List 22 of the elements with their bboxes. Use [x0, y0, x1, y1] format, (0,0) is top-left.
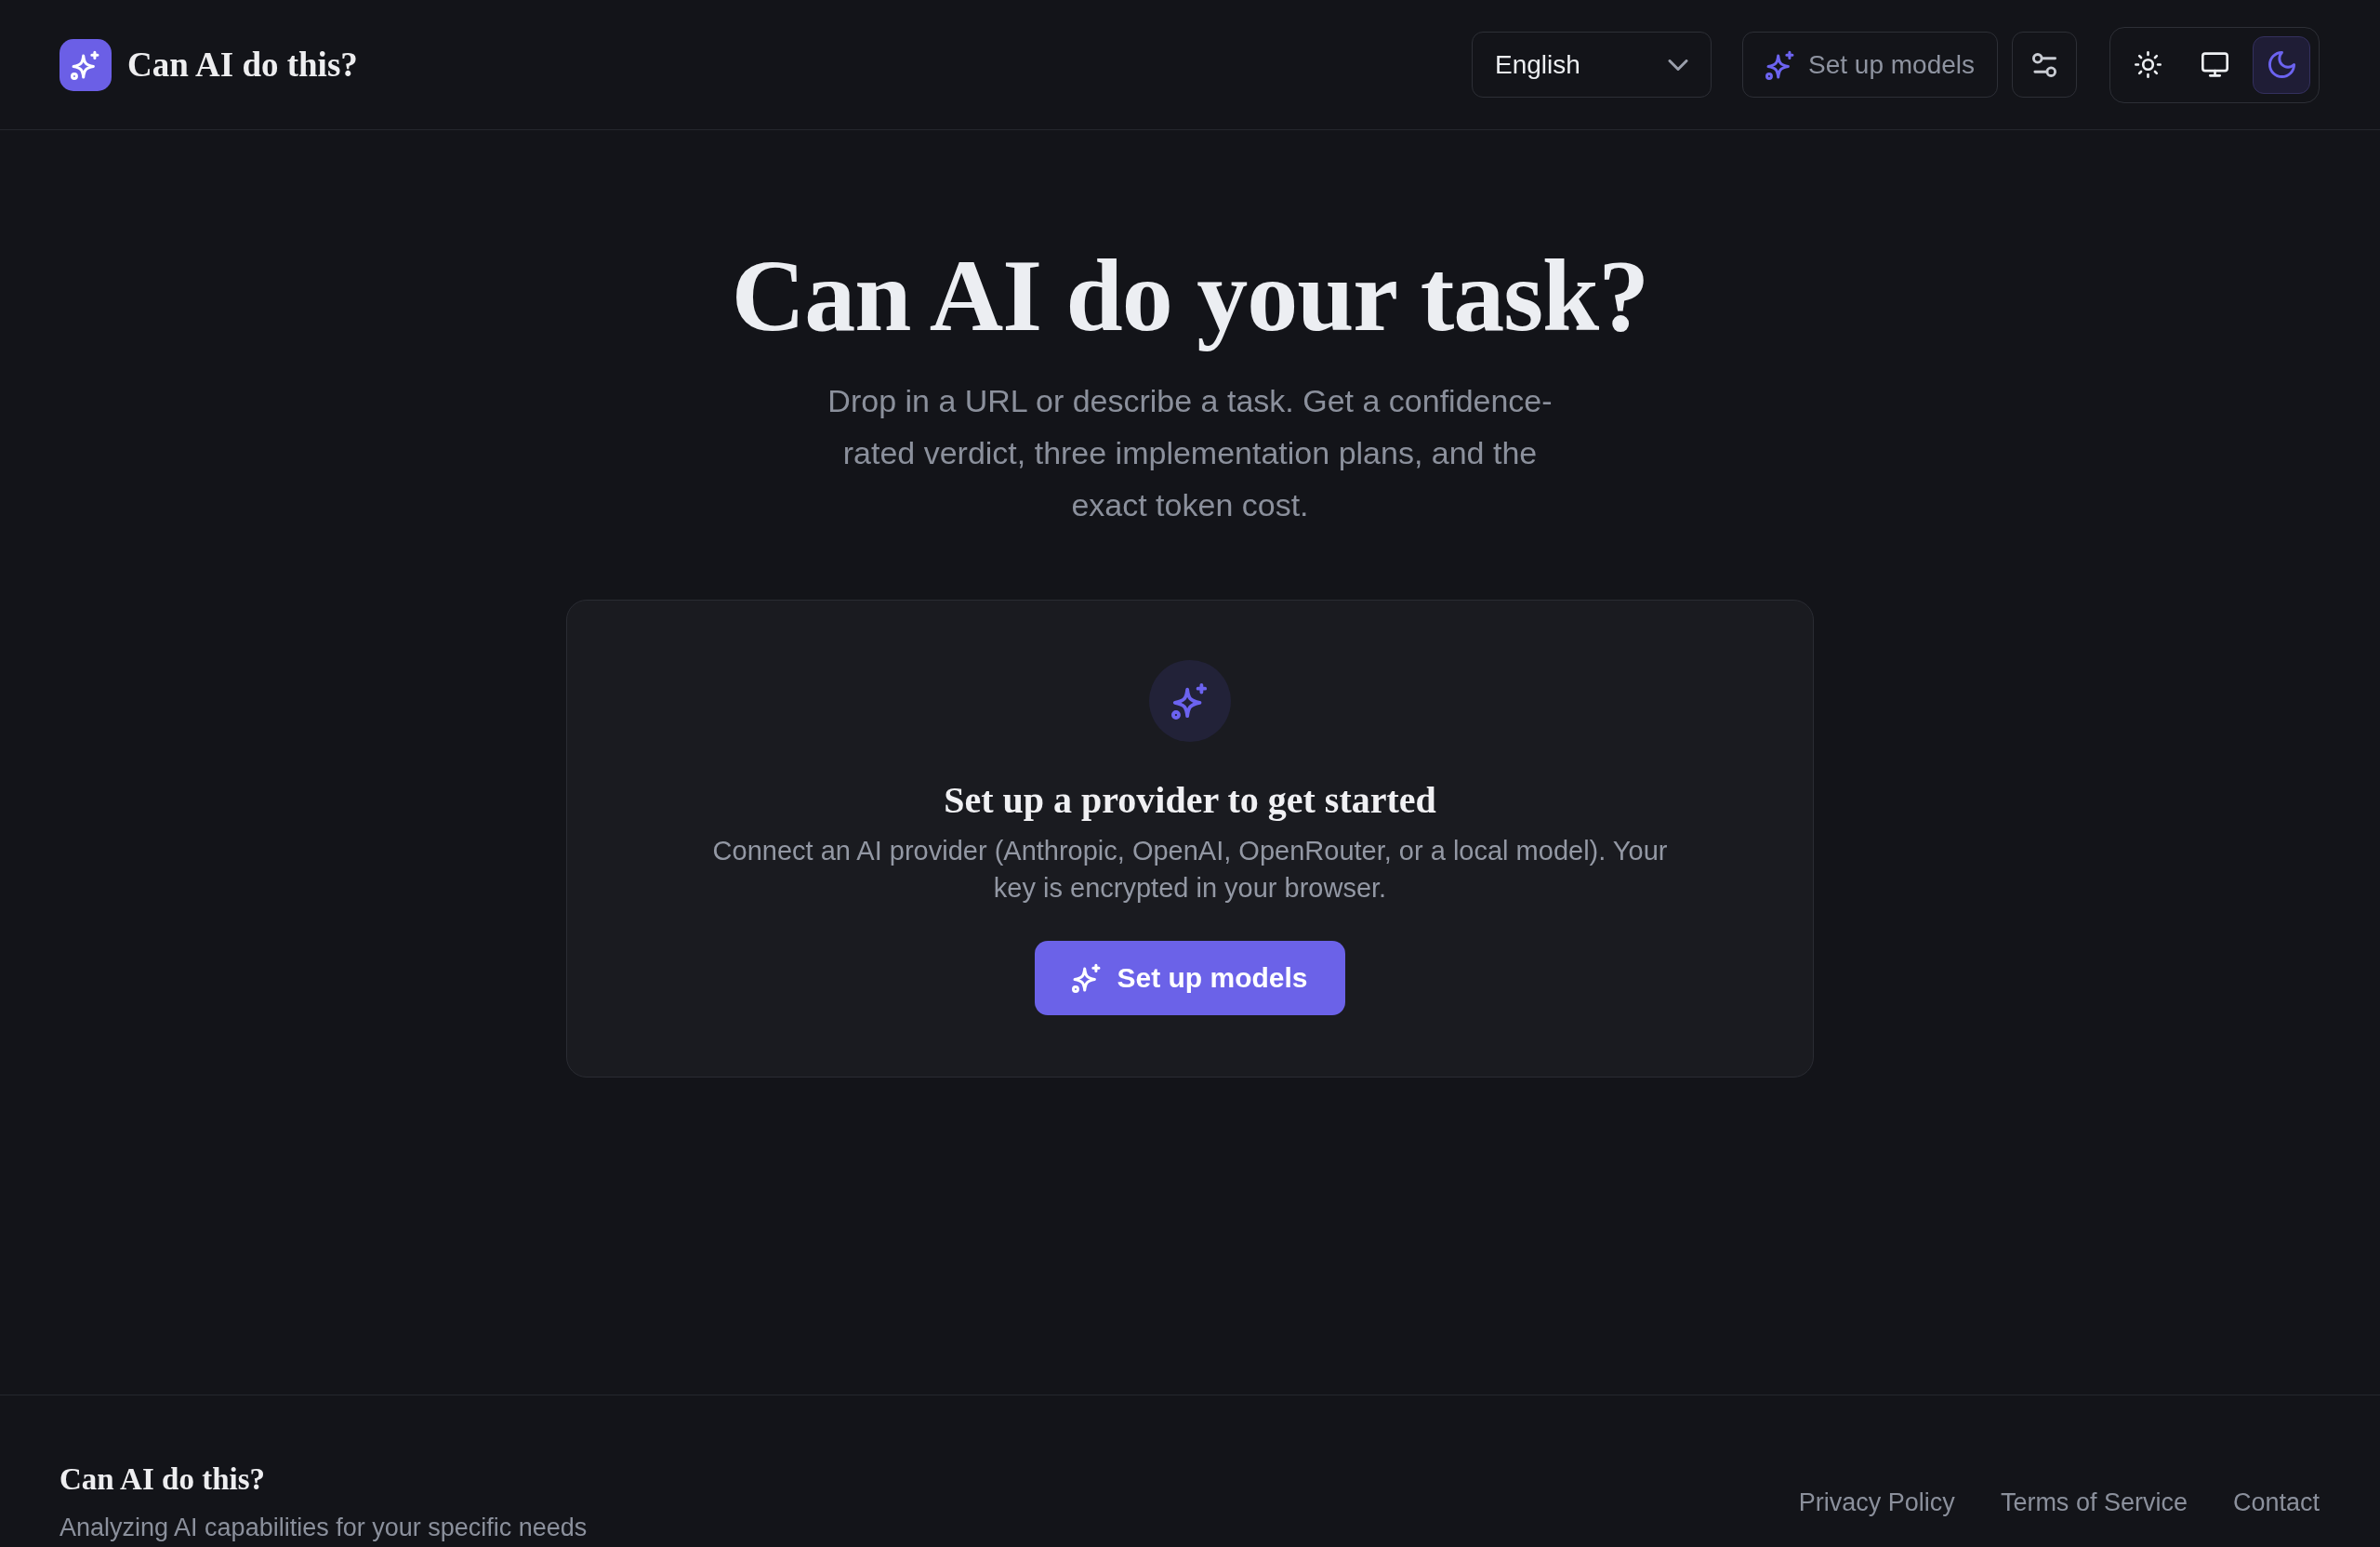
footer-link[interactable]: Privacy Policy	[1798, 1486, 1955, 1519]
settings-button[interactable]	[2012, 32, 2077, 98]
card-description: Connect an AI provider (Anthropic, OpenAI, OpenRouter, or a local model). Your key is encrypted in your browser.	[711, 835, 1669, 905]
monitor-icon	[2201, 51, 2228, 78]
footer-title: Can AI do this?	[60, 1461, 266, 1498]
set-up-models-button[interactable]: Set up models	[1742, 32, 1998, 98]
sun-icon	[2134, 51, 2162, 78]
hero-subtitle: Drop in a URL or describe a task. Get a confidence-rated verdict, three implementation plans, and the exact token cost.	[826, 382, 1554, 524]
set-up-models-button[interactable]: Set up models	[1035, 941, 1345, 1015]
chevron-down-icon	[1668, 59, 1688, 71]
language-select[interactable]: English	[1472, 32, 1712, 98]
app-title: Can AI do this?	[127, 45, 358, 85]
footer-link[interactable]: Terms of Service	[2000, 1486, 2188, 1519]
card-title: Set up a provider to get started	[944, 778, 1436, 823]
footer-tagline: Analyzing AI capabilities for your specific needs	[60, 1513, 588, 1543]
moon-icon	[2268, 51, 2295, 78]
footer-link[interactable]: Contact	[2232, 1486, 2320, 1519]
sliders-icon	[2032, 52, 2056, 77]
sparkle-icon	[1765, 49, 1795, 80]
sparkle-icon	[1072, 963, 1103, 993]
hero-title: Can AI do your task?	[731, 238, 1649, 354]
sparkle-logo-icon	[60, 38, 112, 91]
